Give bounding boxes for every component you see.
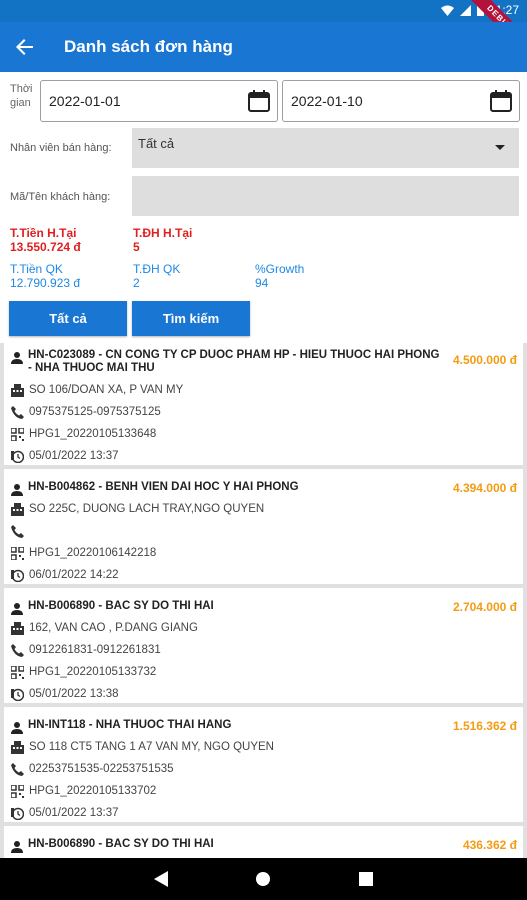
order-phone: 02253751535-02253751535 xyxy=(29,763,174,775)
qr-code-icon xyxy=(10,784,24,798)
page-title: Danh sách đơn hàng xyxy=(64,37,233,56)
order-card[interactable]: HN-C023089 - CN CONG TY CP DUOC PHAM HP … xyxy=(4,343,523,465)
past-amount-stat: T.Tiền QK 12.790.923 đ xyxy=(10,262,81,290)
all-button[interactable]: Tất cả xyxy=(9,301,127,336)
order-customer: HN-C023089 - CN CONG TY CP DUOC PHAM HP … xyxy=(28,349,440,374)
order-card[interactable]: HN-B006890 - BAC SY DO THI HAI 436.362 đ xyxy=(4,826,523,858)
building-icon xyxy=(10,502,24,516)
order-customer: HN-B006890 - BAC SY DO THI HAI xyxy=(28,600,214,612)
time-label: Thời gian xyxy=(10,83,33,109)
staff-select-value: Tất cả xyxy=(138,136,175,151)
order-time: 05/01/2022 13:37 xyxy=(29,450,119,462)
order-amount: 4.500.000 đ xyxy=(452,353,517,367)
person-icon xyxy=(11,603,23,615)
order-card[interactable]: HN-INT118 - NHA THUOC THAI HANG 1.516.36… xyxy=(4,707,523,822)
phone-icon xyxy=(10,643,24,657)
qr-code-icon xyxy=(10,665,24,679)
app-bar: Danh sách đơn hàng xyxy=(0,22,527,72)
order-card[interactable]: HN-B006890 - BAC SY DO THI HAI 2.704.000… xyxy=(4,588,523,703)
person-icon xyxy=(11,352,23,364)
phone-icon xyxy=(10,405,24,419)
staff-label: Nhân viên bán hàng: xyxy=(10,142,112,154)
date-to-value: 2022-01-10 xyxy=(291,93,363,109)
order-customer: HN-INT118 - NHA THUOC THAI HANG xyxy=(28,719,232,731)
order-amount: 436.362 đ xyxy=(462,838,517,852)
order-customer: HN-B006890 - BAC SY DO THI HAI xyxy=(28,838,214,850)
person-icon xyxy=(11,484,23,496)
person-icon xyxy=(11,722,23,734)
dropdown-arrow-icon xyxy=(495,145,505,150)
order-amount: 1.516.362 đ xyxy=(452,719,517,733)
time-range-row: Thời gian 2022-01-01 2022-01-10 xyxy=(8,80,520,122)
order-phone: 0912261831-0912261831 xyxy=(29,644,161,656)
order-time: 06/01/2022 14:22 xyxy=(29,569,119,581)
order-amount: 2.704.000 đ xyxy=(452,600,517,614)
order-code: HPG1_20220105133732 xyxy=(29,666,157,678)
order-code: HPG1_20220105133702 xyxy=(29,785,157,797)
date-from-field[interactable]: 2022-01-01 xyxy=(40,80,278,122)
staff-select[interactable]: Tất cả xyxy=(132,128,519,168)
current-amount-stat: T.Tiền H.Tại 13.550.724 đ xyxy=(10,226,81,254)
wifi-icon xyxy=(440,5,454,16)
order-card[interactable]: HN-B004862 - BENH VIEN DAI HOC Y HAI PHO… xyxy=(4,469,523,584)
back-button[interactable] xyxy=(0,22,50,72)
status-bar: 11:27 DEBUG xyxy=(0,0,527,63)
clock-icon xyxy=(10,688,24,701)
phone-icon xyxy=(10,762,24,776)
order-time: 05/01/2022 13:37 xyxy=(29,807,119,819)
order-address: SO 225C, DUONG LACH TRAY,NGO QUYEN xyxy=(29,503,265,515)
qr-code-icon xyxy=(10,427,24,441)
date-from-value: 2022-01-01 xyxy=(49,93,121,109)
signal-icon xyxy=(459,4,471,16)
search-button[interactable]: Tìm kiếm xyxy=(132,301,250,336)
current-orders-stat: T.ĐH H.Tại 5 xyxy=(133,226,193,254)
nav-recents-icon[interactable] xyxy=(359,872,374,886)
calendar-icon[interactable] xyxy=(247,89,271,113)
system-navigation-bar xyxy=(0,858,527,900)
customer-label: Mã/Tên khách hàng: xyxy=(10,191,111,203)
order-customer: HN-B004862 - BENH VIEN DAI HOC Y HAI PHO… xyxy=(28,481,299,493)
date-to-field[interactable]: 2022-01-10 xyxy=(282,80,520,122)
order-address: SO 106/DOAN XA, P VAN MY xyxy=(29,384,184,396)
clock-icon xyxy=(10,569,24,582)
order-phone: 0975375125-0975375125 xyxy=(29,406,161,418)
growth-stat: %Growth 94 xyxy=(255,262,305,290)
building-icon xyxy=(10,740,24,754)
arrow-back-icon xyxy=(16,39,33,55)
building-icon xyxy=(10,383,24,397)
order-time: 05/01/2022 13:38 xyxy=(29,688,119,700)
order-address: 162, VAN CAO , P.DANG GIANG xyxy=(29,622,198,634)
clock-icon xyxy=(10,450,24,463)
qr-code-icon xyxy=(10,546,24,560)
building-icon xyxy=(10,621,24,635)
order-list[interactable]: HN-C023089 - CN CONG TY CP DUOC PHAM HP … xyxy=(0,343,527,858)
calendar-icon[interactable] xyxy=(489,89,513,113)
nav-back-icon[interactable] xyxy=(153,871,168,887)
order-address: SO 118 CT5 TANG 1 A7 VAN MY, NGO QUYEN xyxy=(29,741,274,753)
person-icon xyxy=(11,841,23,853)
clock-icon xyxy=(10,807,24,820)
phone-icon xyxy=(10,524,24,538)
past-orders-stat: T.ĐH QK 2 xyxy=(133,262,181,290)
order-code: HPG1_20220105133648 xyxy=(29,428,157,440)
nav-home-icon[interactable] xyxy=(255,871,271,887)
customer-input[interactable] xyxy=(132,176,519,216)
order-code: HPG1_20220106142218 xyxy=(29,547,157,559)
order-amount: 4.394.000 đ xyxy=(452,481,517,495)
